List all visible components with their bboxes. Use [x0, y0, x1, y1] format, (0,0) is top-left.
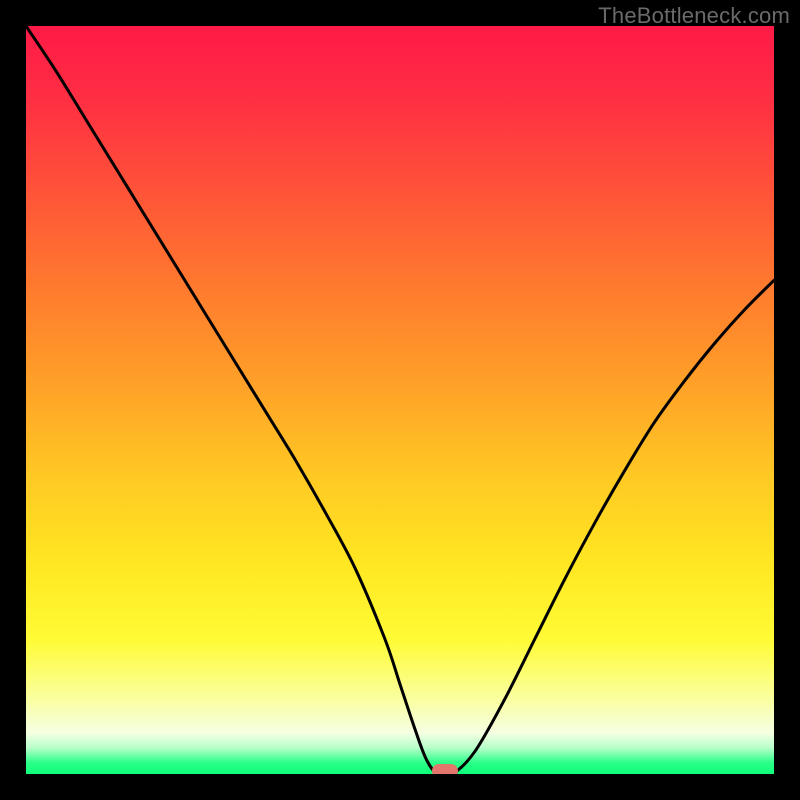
chart-container: TheBottleneck.com: [0, 0, 800, 800]
gradient-background: [26, 26, 774, 774]
plot-area: [26, 26, 774, 774]
watermark-text: TheBottleneck.com: [598, 3, 790, 29]
optimum-marker: [432, 764, 458, 774]
